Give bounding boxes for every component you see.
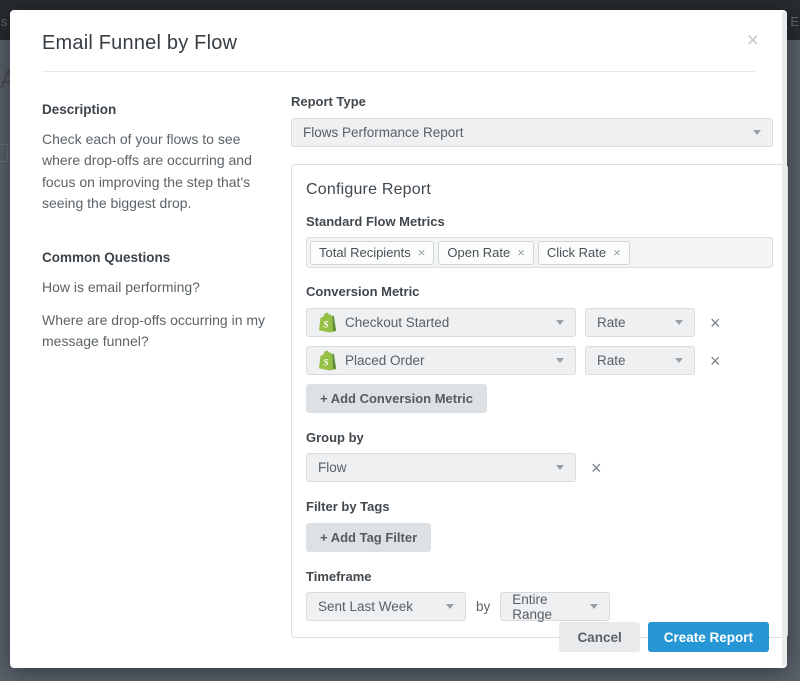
remove-group-by-icon[interactable]: × [591,459,602,477]
chevron-down-icon [556,465,564,470]
conversion-mode-select[interactable]: Rate [585,346,695,375]
timeframe-range-value: Sent Last Week [318,599,413,614]
background-text-fragment-left: s [1,14,8,29]
timeframe-interval-value: Entire Range [512,592,590,622]
modal-body: Description Check each of your flows to … [10,72,787,638]
conversion-metric-select[interactable]: S Checkout Started [306,308,576,337]
metric-tag[interactable]: Click Rate × [538,241,630,265]
timeframe-label: Timeframe [306,569,773,584]
remove-conversion-metric-icon[interactable]: × [710,352,721,370]
common-questions-heading: Common Questions [42,250,274,265]
svg-text:S: S [323,357,328,368]
chevron-down-icon [590,604,598,609]
timeframe-row: Sent Last Week by Entire Range [306,592,773,621]
svg-text:S: S [323,319,328,330]
modal-title: Email Funnel by Flow [42,32,755,55]
create-report-button[interactable]: Create Report [648,622,769,652]
shopify-icon: S [318,312,337,333]
report-type-select[interactable]: Flows Performance Report [291,118,773,147]
metric-tag-label: Open Rate [447,245,510,260]
add-conversion-metric-button[interactable]: + Add Conversion Metric [306,384,487,413]
chevron-down-icon [556,320,564,325]
conversion-metric-value: Checkout Started [345,315,449,330]
add-tag-filter-button[interactable]: + Add Tag Filter [306,523,431,552]
metric-tag-label: Click Rate [547,245,606,260]
metric-tag-label: Total Recipients [319,245,411,260]
report-form: Report Type Flows Performance Report Con… [291,94,788,638]
standard-metrics-tag-input[interactable]: Total Recipients × Open Rate × Click Rat… [306,237,773,268]
remove-conversion-metric-icon[interactable]: × [710,314,721,332]
report-type-value: Flows Performance Report [303,125,464,140]
timeframe-by-text: by [476,599,490,614]
conversion-metric-label: Conversion Metric [306,284,773,299]
background-input-outline [0,144,8,162]
chevron-down-icon [556,358,564,363]
email-funnel-modal: Email Funnel by Flow × Description Check… [10,10,787,668]
conversion-metric-select[interactable]: S Placed Order [306,346,576,375]
common-question: Where are drop-offs occurring in my mess… [42,310,274,352]
conversion-mode-select[interactable]: Rate [585,308,695,337]
description-panel: Description Check each of your flows to … [42,94,274,638]
metric-tag[interactable]: Open Rate × [438,241,533,265]
description-text: Check each of your flows to see where dr… [42,129,274,214]
group-by-label: Group by [306,430,773,445]
shopify-icon: S [318,350,337,371]
standard-flow-metrics-label: Standard Flow Metrics [306,214,773,229]
conversion-mode-value: Rate [597,353,626,368]
modal-header: Email Funnel by Flow × [10,10,787,55]
configure-report-heading: Configure Report [306,181,773,199]
common-question: How is email performing? [42,277,274,298]
timeframe-range-select[interactable]: Sent Last Week [306,592,466,621]
cancel-button[interactable]: Cancel [559,622,639,652]
metric-tag[interactable]: Total Recipients × [310,241,434,265]
group-by-value: Flow [318,460,347,475]
conversion-metric-value: Placed Order [345,353,425,368]
chevron-down-icon [446,604,454,609]
close-icon[interactable]: × [747,32,759,50]
modal-footer: Cancel Create Report [559,622,769,652]
modal-scrollbar[interactable] [782,12,787,666]
report-type-label: Report Type [291,94,788,109]
filter-by-tags-label: Filter by Tags [306,499,773,514]
description-heading: Description [42,102,274,117]
remove-tag-icon[interactable]: × [517,245,525,260]
timeframe-interval-select[interactable]: Entire Range [500,592,610,621]
group-by-row: Flow × [306,453,773,482]
conversion-metric-row: S Checkout Started Rate × [306,308,773,337]
remove-tag-icon[interactable]: × [418,245,426,260]
chevron-down-icon [753,130,761,135]
chevron-down-icon [675,358,683,363]
remove-tag-icon[interactable]: × [613,245,621,260]
group-by-select[interactable]: Flow [306,453,576,482]
conversion-metric-row: S Placed Order Rate × [306,346,773,375]
background-text-fragment-right: E [790,14,799,29]
configure-report-panel: Configure Report Standard Flow Metrics T… [291,164,788,638]
conversion-mode-value: Rate [597,315,626,330]
chevron-down-icon [675,320,683,325]
